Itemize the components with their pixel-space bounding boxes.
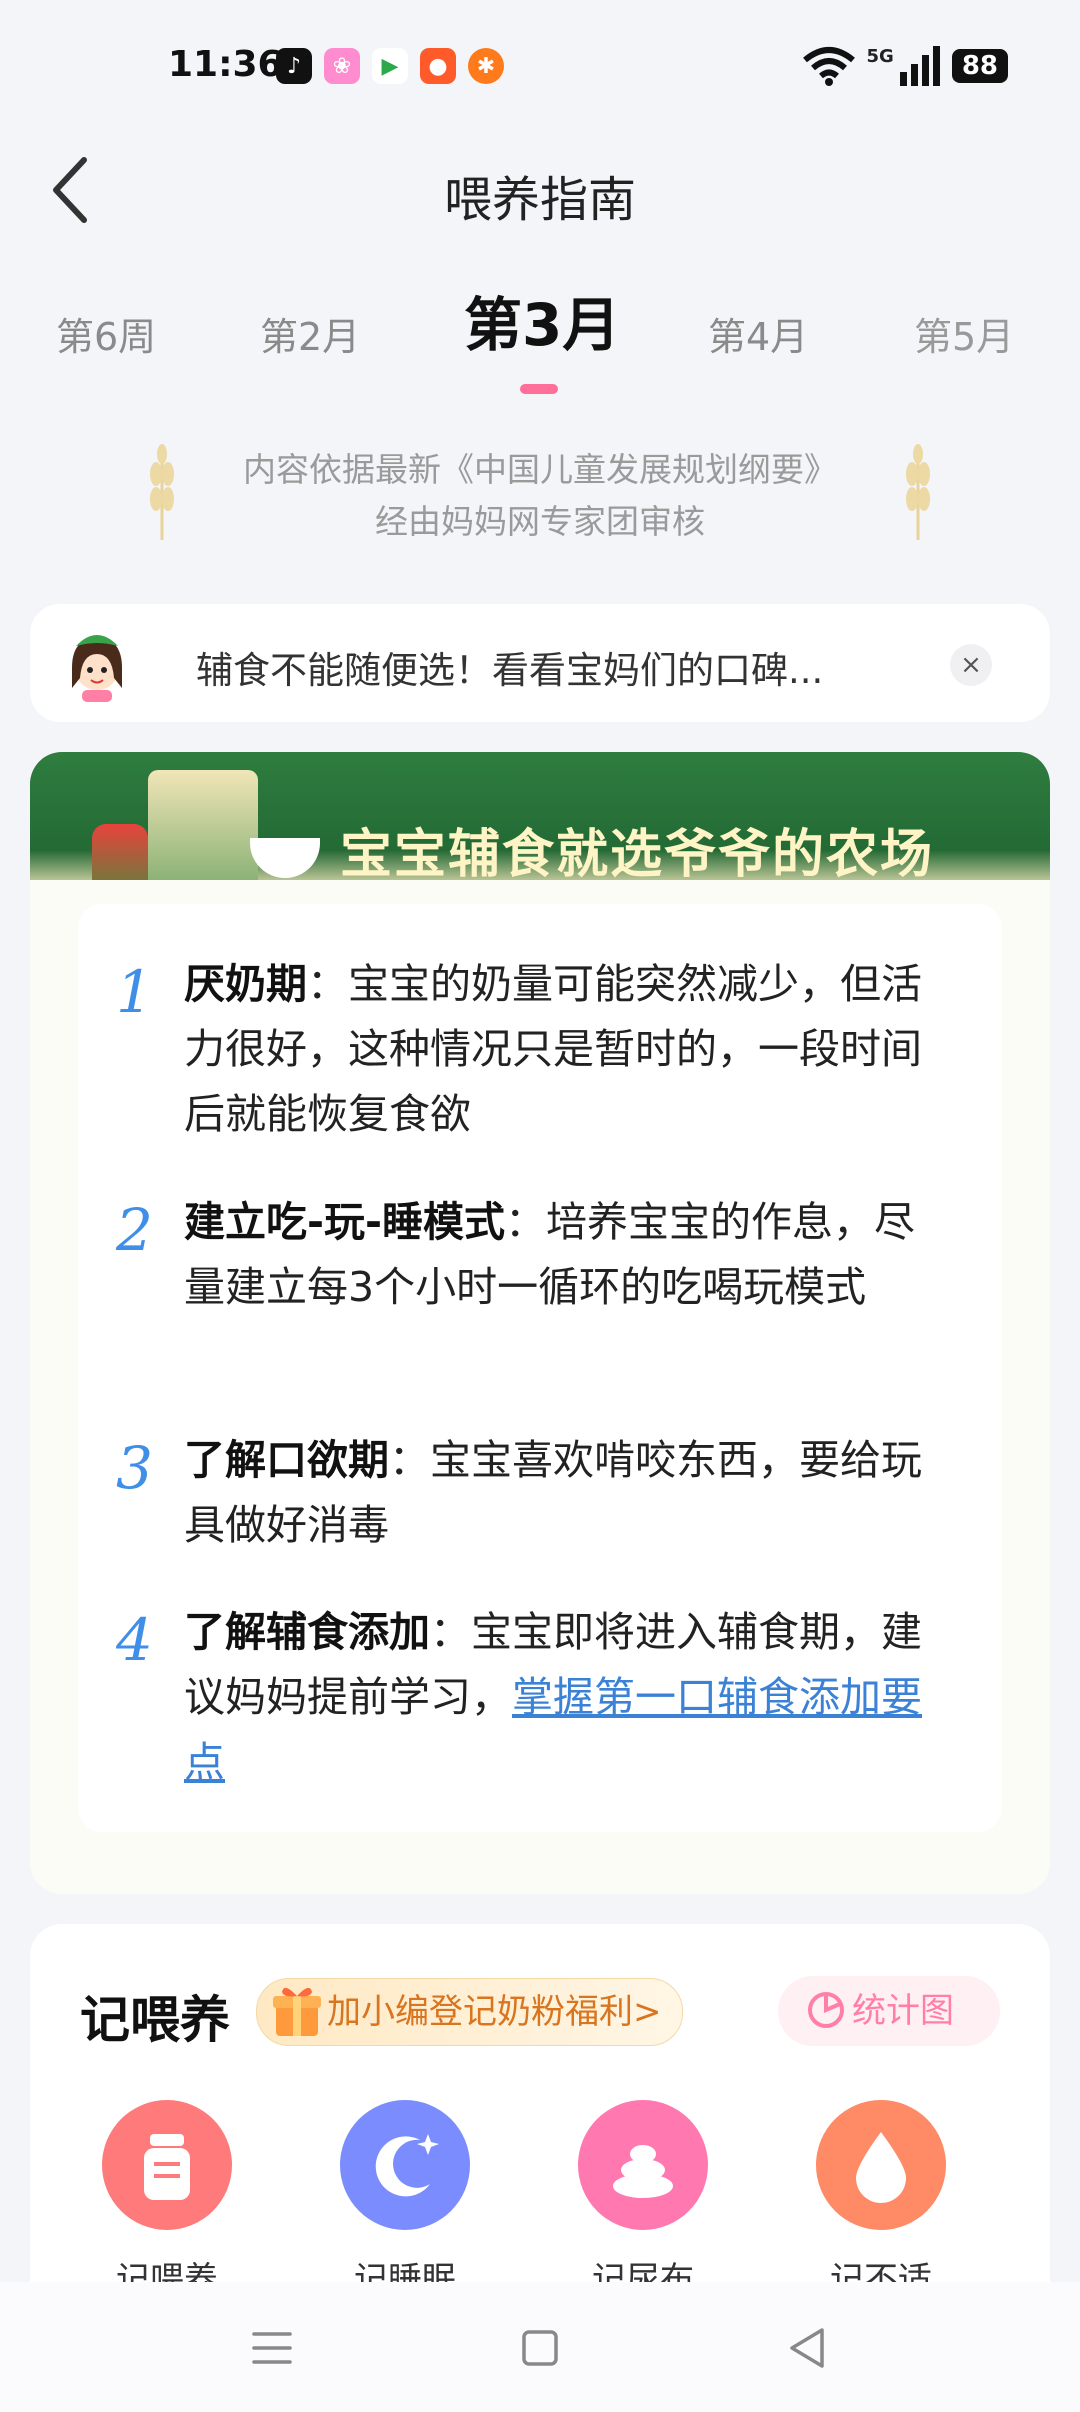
source-line-1: 内容依据最新《中国儿童发展规划纲要》 — [243, 450, 837, 489]
battery-indicator: 88 — [951, 49, 1008, 83]
record-title: 记喂养 — [80, 1991, 230, 2049]
tip-item: 了解口欲期：宝宝喜欢啃咬东西，要给玩具做好消毒 — [184, 1428, 954, 1558]
record-discomfort-button[interactable] — [816, 2100, 946, 2230]
source-line-2: 经由妈妈网专家团审核 — [375, 502, 705, 541]
record-sleep-button[interactable] — [340, 2100, 470, 2230]
statistics-label: 统计图 — [852, 1991, 954, 2031]
status-time: 11:36 — [168, 44, 283, 85]
page-title: 喂养指南 — [443, 172, 636, 228]
wifi-icon — [802, 47, 855, 86]
tab-month-3[interactable]: 第3月 — [464, 278, 620, 362]
drop-icon — [856, 2132, 906, 2203]
promo-text[interactable]: 辅食不能随便选！看看宝妈们的口碑... — [196, 640, 823, 694]
triangle-back-icon — [790, 2328, 824, 2368]
tip-number: 3 — [116, 1434, 153, 1502]
tip-item: 了解辅食添加：宝宝即将进入辅食期，建议妈妈提前学习，掌握第一口辅食添加要点 — [184, 1600, 954, 1795]
status-indicators: 5G 88 — [802, 46, 1008, 86]
menu-icon — [252, 2332, 292, 2364]
gift-icon — [273, 1987, 321, 2036]
signal-icon — [899, 46, 940, 86]
app-icon: ● — [420, 48, 456, 84]
tab-month-2[interactable]: 第2月 — [260, 306, 360, 361]
tip-item: 建立吃-玩-睡模式：培养宝宝的作息，尽量建立每3个小时一循环的吃喝玩模式 — [184, 1190, 954, 1320]
tip-number: 4 — [116, 1606, 153, 1674]
avatar — [72, 635, 122, 702]
record-diaper-button[interactable] — [578, 2100, 708, 2230]
tab-month-5[interactable]: 第5月 — [914, 306, 1014, 361]
bottle-icon — [144, 2134, 190, 2200]
moon-icon — [375, 2134, 439, 2197]
tiktok-icon: ♪ — [276, 48, 312, 84]
home-nav-button[interactable] — [510, 2318, 570, 2378]
back-nav-button[interactable] — [778, 2318, 838, 2378]
pie-chart-icon — [808, 1992, 844, 2028]
tip-title: 厌奶期 — [184, 960, 307, 1008]
tip-title: 了解辅食添加 — [184, 1608, 430, 1656]
poop-icon — [613, 2145, 673, 2198]
tip-title: 了解口欲期 — [184, 1436, 389, 1484]
app-icon: ❀ — [324, 48, 360, 84]
tip-title: 建立吃-玩-睡模式 — [184, 1198, 506, 1246]
menu-nav-button[interactable] — [242, 2318, 302, 2378]
record-feeding-button[interactable] — [102, 2100, 232, 2230]
tip-number: 1 — [116, 958, 153, 1026]
close-icon[interactable]: × — [950, 644, 992, 686]
play-icon: ▶ — [372, 48, 408, 84]
ad-text[interactable]: 宝宝辅食就选爷爷的农场 — [340, 812, 934, 887]
square-icon — [522, 2330, 558, 2366]
tip-item: 厌奶期：宝宝的奶量可能突然减少，但活力很好，这种情况只是暂时的，一段时间后就能恢… — [184, 952, 954, 1147]
app-icon: ✱ — [468, 48, 504, 84]
tip-number: 2 — [116, 1196, 153, 1264]
tab-week-6[interactable]: 第6周 — [56, 306, 156, 361]
active-tab-indicator — [520, 384, 558, 394]
status-app-icons: ♪ ❀ ▶ ● ✱ — [276, 48, 504, 84]
tab-month-4[interactable]: 第4月 — [708, 306, 808, 361]
network-label: 5G — [866, 46, 894, 67]
source-note: 内容依据最新《中国儿童发展规划纲要》 经由妈妈网专家团审核 — [0, 444, 1080, 548]
